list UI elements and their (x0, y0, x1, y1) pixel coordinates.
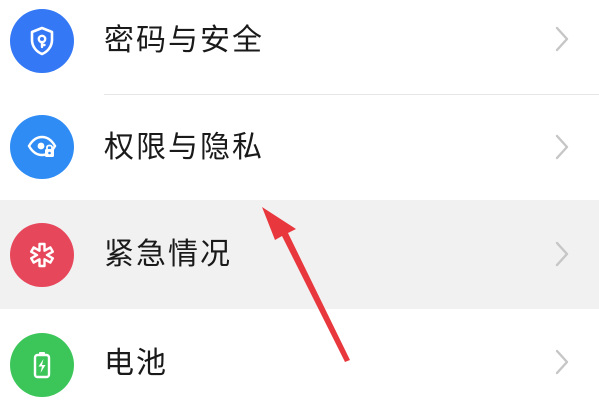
settings-item-permissions-privacy[interactable]: 权限与隐私 (0, 94, 599, 200)
chevron-right-icon (552, 240, 572, 268)
chevron-right-icon (552, 133, 572, 161)
settings-item-battery[interactable]: 电池 (0, 309, 599, 400)
eye-lock-icon (10, 115, 74, 179)
settings-item-emergency[interactable]: 紧急情况 (0, 200, 599, 309)
settings-item-label: 密码与安全 (104, 23, 264, 58)
settings-item-password-security[interactable]: 密码与安全 (0, 0, 599, 94)
battery-charging-icon (10, 333, 74, 397)
chevron-right-icon (552, 348, 572, 376)
settings-item-label: 紧急情况 (104, 237, 232, 272)
chevron-right-icon (552, 25, 572, 53)
shield-lock-icon (10, 9, 74, 73)
settings-list: 密码与安全 权限与隐私 紧急情况 电池 (0, 0, 599, 400)
settings-item-label: 权限与隐私 (104, 130, 264, 165)
medical-asterisk-icon (10, 223, 74, 287)
divider (104, 94, 599, 95)
settings-item-label: 电池 (104, 346, 168, 381)
